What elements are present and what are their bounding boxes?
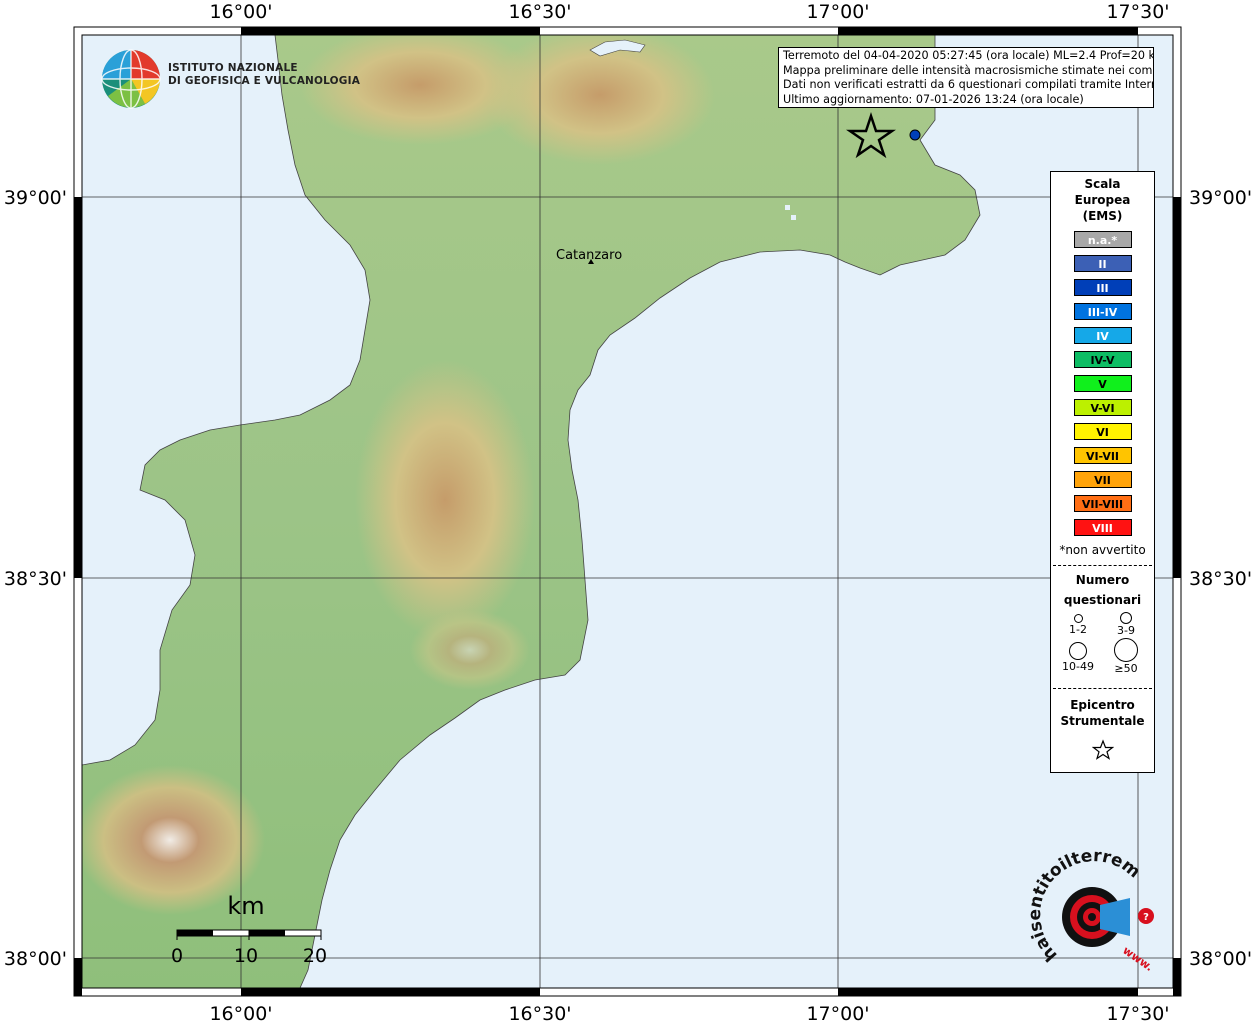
latitude-labels-left: 39°00' 38°30' 38°00' (4, 187, 67, 970)
lon-label: 17°30' (1106, 1, 1169, 23)
ems-swatch: VIII (1073, 519, 1132, 536)
legend-title-line: Europea (1074, 193, 1131, 207)
lake-pixel (791, 215, 796, 220)
relief-ridge (410, 610, 530, 690)
ems-swatch: VI (1073, 423, 1132, 440)
ingv-name-line2: DI GEOFISICA E VULCANOLOGIA (168, 75, 361, 87)
count-legend-title: Numero questionari (1051, 570, 1154, 610)
count-class-label: ≥50 (1114, 662, 1138, 675)
event-info-line: Dati non verificati estratti da 6 questi… (783, 78, 1154, 92)
count-class-item: ≥50 (1101, 638, 1151, 675)
longitude-labels-bottom: 16°00' 16°30' 17°00' 17°30' (209, 1003, 1169, 1024)
svg-text:?: ? (1143, 912, 1149, 923)
ems-swatch: IV-V (1073, 351, 1132, 368)
epicenter-title-line: Epicentro (1070, 698, 1135, 712)
lon-label: 17°00' (806, 1003, 869, 1024)
count-class-item: 10-49 (1053, 642, 1103, 673)
legend-title-line: Scala (1084, 177, 1121, 191)
latitude-labels-right: 39°00' 38°30' 38°00' (1189, 187, 1252, 970)
legend-divider (1053, 688, 1152, 689)
lon-label: 17°30' (1106, 1003, 1169, 1024)
scale-bar: km 0 10 20 (171, 892, 327, 967)
count-class-label: 10-49 (1062, 660, 1094, 673)
epicenter-legend-title: Epicentro Strumentale (1051, 697, 1154, 729)
legend-note: *non avvertito (1059, 543, 1146, 557)
event-info-line: Ultimo aggiornamento: 07-01-2026 13:24 (… (783, 92, 1084, 106)
ingv-name-line1: ISTITUTO NAZIONALE (168, 62, 298, 74)
ingv-globe-icon (101, 49, 161, 109)
event-info-box: Terremoto del 04-04-2020 05:27:45 (ora l… (778, 47, 1154, 108)
lon-label: 16°00' (209, 1003, 272, 1024)
lat-label: 39°00' (1189, 187, 1252, 209)
intensity-point[interactable] (909, 129, 921, 141)
count-circle-icon (1069, 642, 1087, 660)
count-circle-icon (1073, 614, 1083, 623)
ems-scale-list: n.a.* II III III-IV IV IV-V V V-VI VI VI-VII VII VI… (1051, 231, 1154, 536)
lon-label: 17°00' (806, 1, 869, 23)
scale-unit: km (227, 892, 264, 920)
count-class-label: 1-2 (1069, 623, 1087, 636)
ems-swatch: VII (1073, 471, 1132, 488)
lat-label: 39°00' (4, 187, 67, 209)
place-label-catanzaro: Catanzaro (556, 248, 623, 263)
ems-swatch: VI-VII (1073, 447, 1132, 464)
event-info-line: Terremoto del 04-04-2020 05:27:45 (ora l… (783, 49, 1154, 62)
ems-swatch: III (1073, 279, 1132, 296)
epicenter-title-line: Strumentale (1060, 714, 1145, 728)
ems-swatch: VII-VIII (1073, 495, 1132, 512)
count-title-line: questionari (1063, 593, 1142, 607)
count-legend-grid: 1-2 3-9 10-49 ≥50 (1051, 610, 1154, 680)
lake-pixel (785, 205, 790, 210)
epicenter-legend-symbol (1051, 739, 1154, 765)
ems-swatch: V (1073, 375, 1132, 392)
relief-serre (355, 360, 535, 640)
scale-tick-label: 10 (234, 945, 258, 967)
ems-swatch: n.a.* (1073, 231, 1132, 248)
legend-title-line: (EMS) (1082, 209, 1123, 223)
lat-label: 38°00' (1189, 948, 1252, 970)
lon-label: 16°30' (508, 1, 571, 23)
count-circle-icon (1114, 638, 1138, 662)
lon-label: 16°00' (209, 1, 272, 23)
ems-swatch: II (1073, 255, 1132, 272)
ingv-logo: ISTITUTO NAZIONALE DI GEOFISICA E VULCAN… (100, 48, 360, 110)
count-title-line: Numero (1075, 573, 1130, 587)
count-class-item: 3-9 (1101, 612, 1151, 637)
legend-panel: Scala Europea (EMS) n.a.* II III III-IV IV IV… (1050, 171, 1155, 773)
scale-tick-label: 0 (171, 945, 183, 967)
lat-label: 38°30' (1189, 568, 1252, 590)
lat-label: 38°30' (4, 568, 67, 590)
ems-swatch: III-IV (1073, 303, 1132, 320)
scale-tick-label: 20 (303, 945, 327, 967)
longitude-labels-top: 16°00' 16°30' 17°00' 17°30' (209, 1, 1169, 23)
star-icon (1091, 739, 1114, 760)
ems-swatch: V-VI (1073, 399, 1132, 416)
count-class-label: 3-9 (1117, 624, 1135, 637)
count-class-item: 1-2 (1053, 614, 1103, 636)
legend-title: Scala Europea (EMS) (1051, 176, 1154, 224)
ems-swatch: IV (1073, 327, 1132, 344)
lat-label: 38°00' (4, 948, 67, 970)
lon-label: 16°30' (508, 1003, 571, 1024)
event-info-line: Mappa preliminare delle intensità macros… (783, 63, 1154, 77)
legend-divider (1053, 565, 1152, 566)
count-circle-icon (1120, 612, 1132, 624)
